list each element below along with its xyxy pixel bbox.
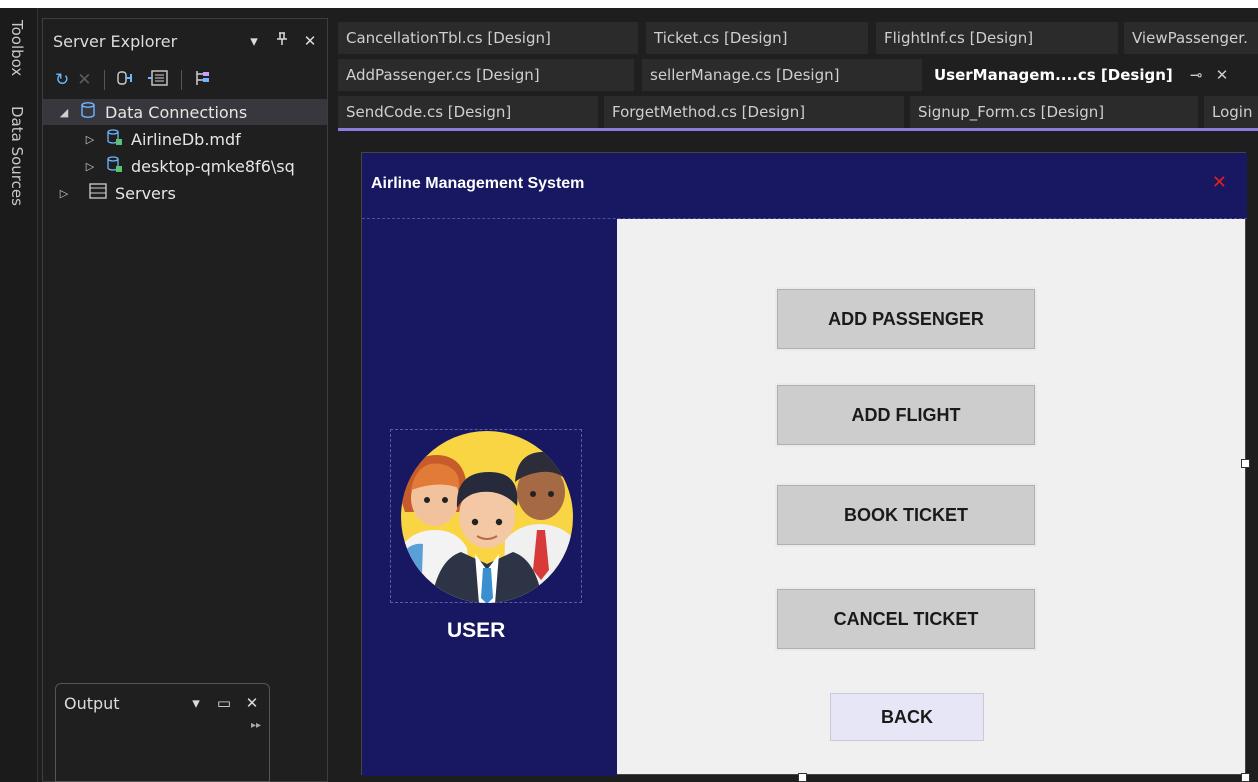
chevron-down-icon[interactable]: ▾ bbox=[243, 32, 265, 50]
object-explorer-icon[interactable] bbox=[194, 69, 212, 92]
resize-handle-corner[interactable] bbox=[1241, 773, 1250, 782]
tree-item-servers[interactable]: ▷ Servers bbox=[43, 180, 327, 206]
winform-preview[interactable]: Airline Management System ✕ USER ADD PAS… bbox=[361, 152, 1247, 776]
server-icon bbox=[89, 183, 107, 203]
output-panel: Output ▾ ▭ ✕ ▸▸ bbox=[55, 683, 270, 782]
overflow-icon[interactable]: ▸▸ bbox=[251, 720, 261, 731]
db-file-icon bbox=[105, 128, 123, 150]
tree-item-airlinedb[interactable]: ▷ AirlineDb.mdf bbox=[43, 126, 327, 152]
server-explorer-title: Server Explorer bbox=[53, 31, 178, 51]
refresh-icon[interactable]: ↻ bbox=[55, 70, 69, 90]
tree-item-label: desktop-qmke8f6\sq bbox=[131, 156, 295, 176]
server-explorer-panel: Server Explorer ▾ ✕ ↻ ✕ ◢ Data Connectio… bbox=[42, 18, 328, 782]
form-left-panel: USER bbox=[362, 219, 617, 776]
connect-to-database-icon[interactable] bbox=[116, 69, 139, 92]
maximize-icon[interactable]: ▭ bbox=[213, 694, 235, 712]
tab-flightinf[interactable]: FlightInf.cs [Design] bbox=[876, 22, 1118, 54]
side-tab-data-sources[interactable]: Data Sources bbox=[8, 106, 26, 206]
resize-handle-bottom[interactable] bbox=[798, 773, 807, 782]
form-title: Airline Management System bbox=[371, 175, 585, 192]
server-explorer-header: Server Explorer ▾ ✕ bbox=[43, 19, 327, 63]
tab-signup-form[interactable]: Signup_Form.cs [Design] bbox=[910, 96, 1198, 128]
tab-ticket[interactable]: Ticket.cs [Design] bbox=[646, 22, 868, 54]
form-close-button[interactable]: ✕ bbox=[1212, 172, 1227, 193]
tab-login[interactable]: Login bbox=[1204, 96, 1258, 128]
tab-sellermanage[interactable]: sellerManage.cs [Design] bbox=[642, 59, 922, 91]
tree-item-label: Servers bbox=[115, 183, 176, 203]
side-tab-toolbox[interactable]: Toolbox bbox=[8, 20, 26, 76]
server-explorer-toolbar: ↻ ✕ bbox=[43, 63, 327, 97]
output-header: Output ▾ ▭ ✕ bbox=[56, 684, 269, 722]
tab-cancellationtbl[interactable]: CancellationTbl.cs [Design] bbox=[338, 22, 638, 54]
pin-icon[interactable]: ⊸ bbox=[1190, 66, 1203, 84]
top-strip bbox=[0, 0, 1258, 8]
tree-item-data-connections[interactable]: ◢ Data Connections bbox=[43, 99, 327, 125]
tab-sendcode[interactable]: SendCode.cs [Design] bbox=[338, 96, 598, 128]
db-file-icon bbox=[105, 155, 123, 177]
cancel-ticket-button[interactable]: CANCEL TICKET bbox=[777, 589, 1035, 649]
book-ticket-button[interactable]: BOOK TICKET bbox=[777, 485, 1035, 545]
tree-item-label: Data Connections bbox=[105, 102, 248, 122]
database-icon bbox=[79, 101, 97, 123]
tab-forgetmethod[interactable]: ForgetMethod.cs [Design] bbox=[604, 96, 904, 128]
collapsed-triangle-icon[interactable]: ▷ bbox=[83, 160, 97, 173]
cutoff-heading-fragment bbox=[118, 0, 178, 7]
pin-icon[interactable] bbox=[271, 32, 293, 50]
form-title-bar: Airline Management System ✕ bbox=[362, 153, 1247, 219]
resize-handle-right[interactable] bbox=[1241, 459, 1250, 468]
user-label: USER bbox=[447, 619, 506, 642]
close-icon[interactable]: ✕ bbox=[299, 32, 321, 50]
cutoff-heading-glyph bbox=[118, 0, 178, 7]
back-button[interactable]: BACK bbox=[830, 693, 984, 741]
close-icon[interactable]: ✕ bbox=[1216, 66, 1229, 84]
tab-usermanagement-active[interactable]: UserManagem....cs [Design] ⊸ ✕ bbox=[928, 59, 1258, 91]
active-tab-label: UserManagem....cs [Design] bbox=[934, 66, 1173, 84]
output-title: Output bbox=[64, 693, 120, 713]
close-icon[interactable]: ✕ bbox=[241, 694, 263, 712]
tree-item-label: AirlineDb.mdf bbox=[131, 129, 241, 149]
document-tab-well: CancellationTbl.cs [Design] Ticket.cs [D… bbox=[338, 22, 1258, 130]
expanded-triangle-icon[interactable]: ◢ bbox=[57, 106, 71, 119]
add-flight-button[interactable]: ADD FLIGHT bbox=[777, 385, 1035, 445]
side-tab-strip: Toolbox Data Sources bbox=[0, 8, 38, 782]
tree-item-desktop-server[interactable]: ▷ desktop-qmke8f6\sq bbox=[43, 153, 327, 179]
chevron-down-icon[interactable]: ▾ bbox=[185, 694, 207, 712]
tab-addpassenger[interactable]: AddPassenger.cs [Design] bbox=[338, 59, 634, 91]
toolbar-separator bbox=[103, 70, 105, 90]
stop-icon[interactable]: ✕ bbox=[77, 70, 91, 90]
users-group-icon bbox=[401, 431, 573, 603]
connect-to-server-icon[interactable] bbox=[147, 69, 169, 92]
tab-viewpassenger[interactable]: ViewPassenger. bbox=[1124, 22, 1258, 54]
user-avatar-picturebox[interactable] bbox=[390, 429, 582, 603]
collapsed-triangle-icon[interactable]: ▷ bbox=[83, 133, 97, 146]
toolbar-separator bbox=[180, 70, 182, 90]
add-passenger-button[interactable]: ADD PASSENGER bbox=[777, 289, 1035, 349]
collapsed-triangle-icon[interactable]: ▷ bbox=[57, 187, 71, 200]
